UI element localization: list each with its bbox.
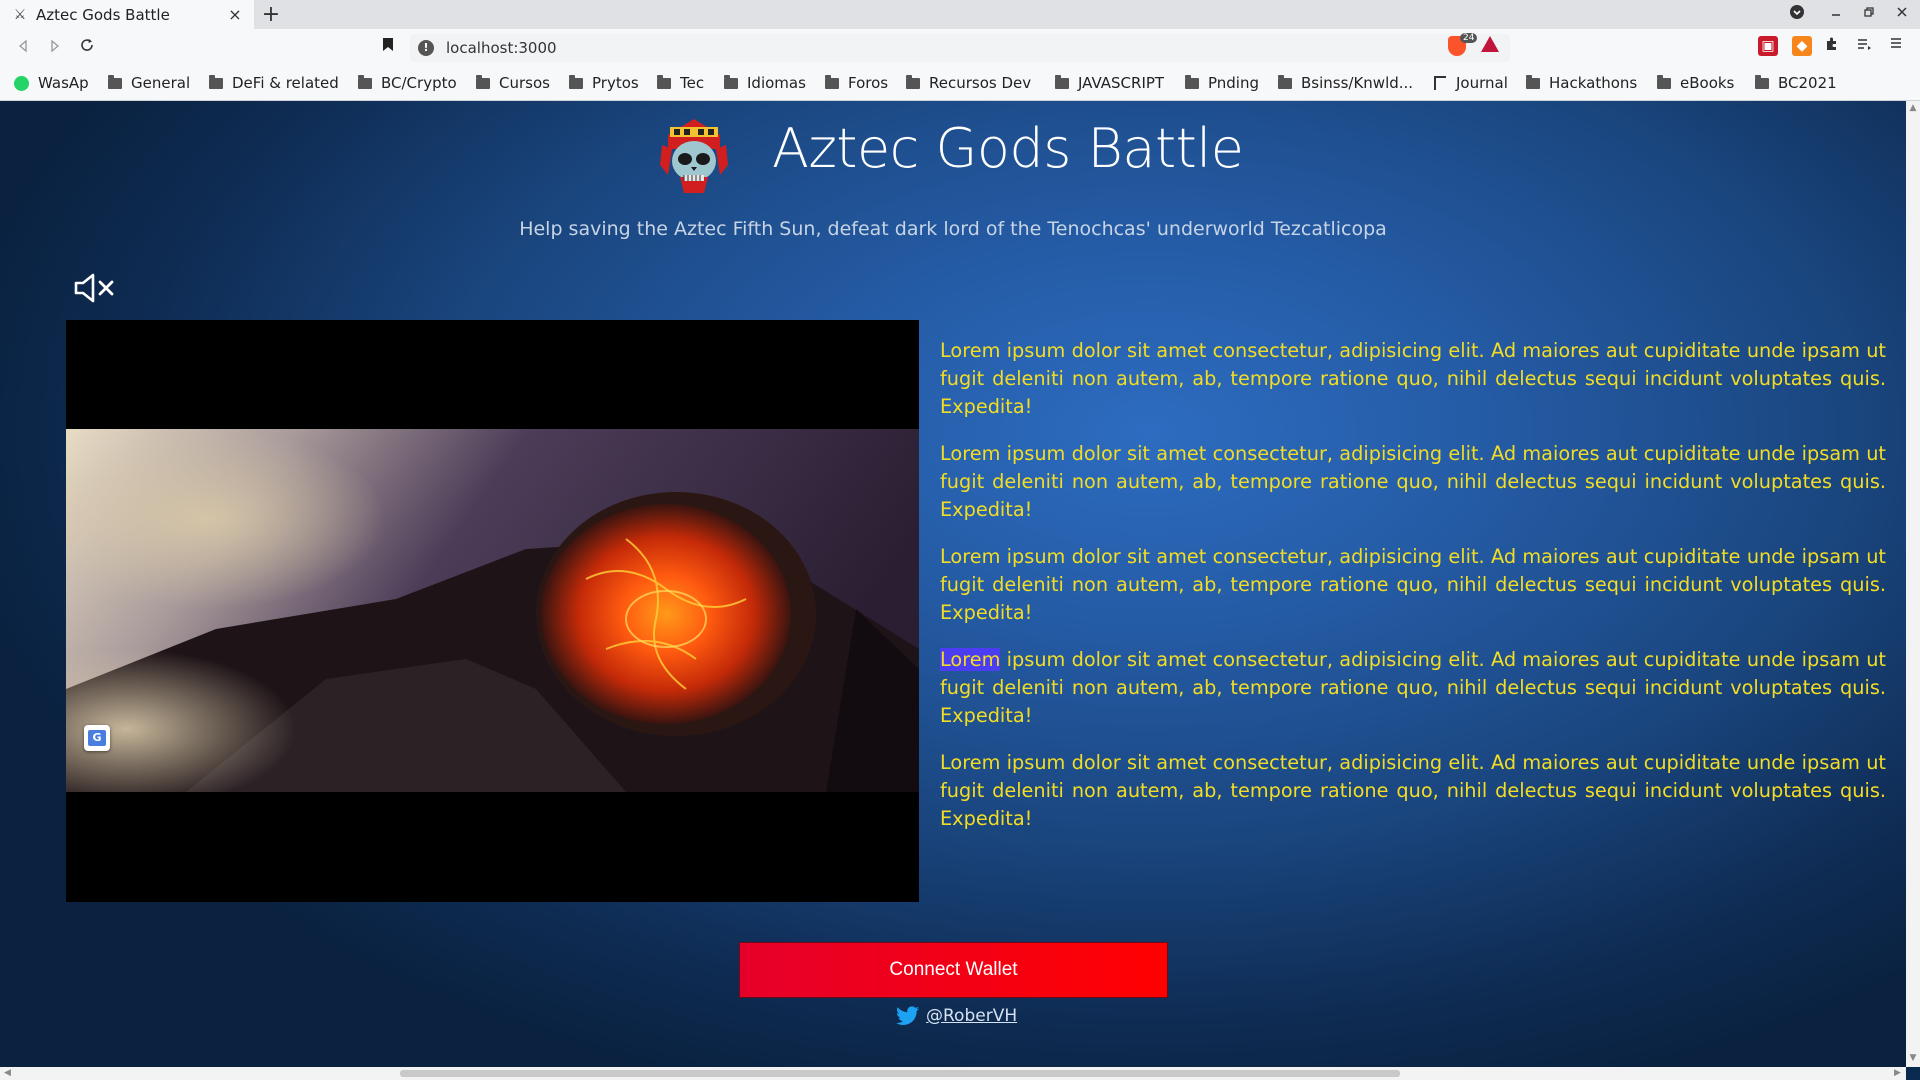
page-subtitle: Help saving the Aztec Fifth Sun, defeat … bbox=[519, 218, 1387, 240]
translate-widget-icon[interactable]: G bbox=[84, 725, 110, 751]
folder-icon bbox=[724, 74, 738, 89]
whatsapp-icon bbox=[14, 75, 29, 91]
paragraph-first-word: Lorem bbox=[940, 442, 1001, 465]
lore-text-column: Lorem ipsum dolor sit amet consectetur, … bbox=[940, 337, 1886, 852]
browser-toolbar: ! localhost:3000 24 ▣ ◆ bbox=[0, 29, 1920, 67]
bookmark-hackathons[interactable]: Hackathons bbox=[1526, 74, 1637, 92]
scroll-right-icon[interactable]: ▶ bbox=[1894, 1068, 1901, 1078]
scroll-up-icon[interactable]: ▲ bbox=[1908, 103, 1918, 113]
new-tab-button[interactable]: + bbox=[258, 2, 284, 28]
bookmark-defi[interactable]: DeFi & related bbox=[209, 74, 339, 92]
folder-icon bbox=[1185, 74, 1199, 89]
bookmark-ebooks[interactable]: eBooks bbox=[1657, 74, 1734, 92]
page-title: Aztec Gods Battle bbox=[772, 117, 1244, 180]
folder-icon bbox=[1055, 74, 1069, 89]
horizontal-scroll-thumb[interactable] bbox=[400, 1070, 1400, 1077]
reload-icon[interactable] bbox=[76, 37, 98, 59]
bookmark-pnding[interactable]: Pnding bbox=[1185, 74, 1259, 92]
speaker-muted-icon[interactable] bbox=[74, 273, 118, 303]
tab-bar: ⚔ Aztec Gods Battle × + bbox=[0, 0, 1920, 29]
url-text[interactable]: localhost:3000 bbox=[446, 39, 557, 57]
bookmark-bsinss-knwld[interactable]: Bsinss/Knwld... bbox=[1278, 74, 1413, 92]
paragraph-body: ipsum dolor sit amet consectetur, adipis… bbox=[940, 751, 1886, 830]
connect-wallet-button[interactable]: Connect Wallet bbox=[739, 942, 1168, 998]
lore-paragraph: Lorem ipsum dolor sit amet consectetur, … bbox=[940, 543, 1886, 627]
restore-icon[interactable] bbox=[1858, 4, 1880, 26]
address-bar[interactable]: ! localhost:3000 bbox=[410, 34, 1510, 62]
vertical-scrollbar[interactable]: ▲ ▼ bbox=[1906, 101, 1920, 1067]
lore-paragraph: Lorem ipsum dolor sit amet consectetur, … bbox=[940, 646, 1886, 730]
paragraph-body: ipsum dolor sit amet consectetur, adipis… bbox=[940, 545, 1886, 624]
twitter-handle-link[interactable]: @RoberVH bbox=[926, 1006, 1017, 1026]
aztec-skull-logo-icon bbox=[660, 119, 728, 193]
bookmark-icon[interactable] bbox=[382, 37, 394, 56]
profile-menu-icon[interactable] bbox=[1786, 4, 1808, 26]
bookmark-javascript[interactable]: JAVASCRIPT bbox=[1055, 74, 1164, 92]
folder-icon bbox=[358, 74, 372, 89]
paragraph-first-word: Lorem bbox=[940, 545, 1001, 568]
horizontal-scrollbar[interactable]: ◀ ▶ bbox=[0, 1067, 1906, 1080]
bookmark-foros[interactable]: Foros bbox=[825, 74, 888, 92]
extension-icon[interactable]: ▣ bbox=[1758, 36, 1778, 56]
brave-rewards-icon[interactable] bbox=[1481, 36, 1499, 52]
journal-icon bbox=[1434, 76, 1446, 90]
lore-paragraph: Lorem ipsum dolor sit amet consectetur, … bbox=[940, 440, 1886, 524]
twitter-link-group: @RoberVH bbox=[896, 1006, 1017, 1026]
google-translate-icon: G bbox=[88, 730, 106, 746]
bookmark-wasap[interactable]: WasAp bbox=[14, 74, 89, 92]
folder-icon bbox=[108, 74, 122, 89]
paragraph-body: ipsum dolor sit amet consectetur, adipis… bbox=[940, 648, 1886, 727]
tab-title: Aztec Gods Battle bbox=[36, 5, 170, 24]
bookmark-cursos[interactable]: Cursos bbox=[476, 74, 550, 92]
menu-icon[interactable] bbox=[1886, 36, 1906, 56]
paragraph-body: ipsum dolor sit amet consectetur, adipis… bbox=[940, 339, 1886, 418]
bookmarks-bar: WasAp General DeFi & related BC/Crypto C… bbox=[0, 67, 1920, 101]
folder-icon bbox=[476, 74, 490, 89]
site-info-icon[interactable]: ! bbox=[418, 40, 434, 56]
lore-paragraph: Lorem ipsum dolor sit amet consectetur, … bbox=[940, 749, 1886, 833]
bookmark-prytos[interactable]: Prytos bbox=[569, 74, 639, 92]
bookmark-bc2021[interactable]: BC2021 bbox=[1755, 74, 1837, 92]
browser-tab[interactable]: ⚔ Aztec Gods Battle × bbox=[0, 0, 254, 29]
lore-paragraph: Lorem ipsum dolor sit amet consectetur, … bbox=[940, 337, 1886, 421]
paragraph-body: ipsum dolor sit amet consectetur, adipis… bbox=[940, 442, 1886, 521]
twitter-bird-icon bbox=[896, 1006, 919, 1025]
bookmark-bc-crypto[interactable]: BC/Crypto bbox=[358, 74, 457, 92]
folder-icon bbox=[1755, 74, 1769, 89]
folder-icon bbox=[825, 74, 839, 89]
folder-icon bbox=[1526, 74, 1540, 89]
crossed-swords-icon: ⚔ bbox=[13, 6, 27, 23]
paragraph-first-word: Lorem bbox=[940, 339, 1001, 362]
playlist-icon[interactable] bbox=[1854, 36, 1874, 56]
metamask-icon[interactable]: ◆ bbox=[1792, 36, 1812, 56]
intro-video-player[interactable] bbox=[66, 320, 919, 902]
shield-count-badge: 24 bbox=[1460, 33, 1478, 43]
extensions-puzzle-icon[interactable] bbox=[1822, 36, 1842, 56]
bookmark-tec[interactable]: Tec bbox=[657, 74, 704, 92]
folder-icon bbox=[906, 74, 920, 89]
close-tab-icon[interactable]: × bbox=[226, 5, 244, 24]
bookmark-general[interactable]: General bbox=[108, 74, 190, 92]
folder-icon bbox=[569, 74, 583, 89]
folder-icon bbox=[1657, 74, 1671, 89]
paragraph-first-word: Lorem bbox=[940, 751, 1001, 774]
back-icon[interactable] bbox=[12, 37, 34, 59]
bookmark-journal[interactable]: Journal bbox=[1434, 74, 1508, 92]
page-viewport: Aztec Gods Battle Help saving the Aztec … bbox=[0, 101, 1906, 1067]
scroll-left-icon[interactable]: ◀ bbox=[4, 1068, 11, 1078]
close-window-icon[interactable] bbox=[1891, 4, 1913, 26]
forward-icon[interactable] bbox=[44, 37, 66, 59]
minimize-icon[interactable] bbox=[1825, 4, 1847, 26]
selected-text-highlight: Lorem bbox=[940, 648, 1001, 671]
bookmark-idiomas[interactable]: Idiomas bbox=[724, 74, 806, 92]
folder-icon bbox=[657, 74, 671, 89]
folder-icon bbox=[209, 74, 223, 89]
scroll-down-icon[interactable]: ▼ bbox=[1908, 1053, 1918, 1063]
volcano-video-frame bbox=[66, 429, 919, 792]
folder-icon bbox=[1278, 74, 1292, 89]
bookmark-recursos-dev[interactable]: Recursos Dev bbox=[906, 74, 1031, 92]
